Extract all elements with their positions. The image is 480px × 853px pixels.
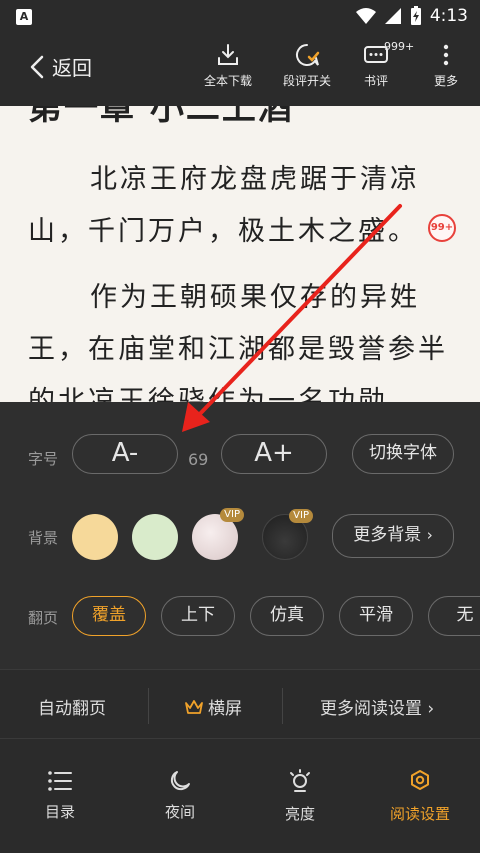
tab-brightness-label: 亮度 bbox=[284, 805, 315, 823]
status-bar: A 4:13 bbox=[0, 0, 480, 34]
download-icon bbox=[218, 44, 238, 65]
tab-catalog[interactable]: 目录 bbox=[10, 769, 110, 822]
chevron-left-icon bbox=[30, 55, 44, 78]
more-backgrounds-label: 更多背景 bbox=[353, 525, 422, 545]
more-label: 更多 bbox=[433, 74, 458, 88]
status-icons: 4:13 bbox=[355, 6, 468, 26]
tab-brightness[interactable]: 亮度 bbox=[250, 769, 350, 824]
back-label: 返回 bbox=[52, 56, 92, 80]
download-all-button[interactable]: 全本下载 bbox=[190, 42, 266, 89]
book-review-label: 书评 bbox=[363, 74, 388, 88]
catalog-icon bbox=[48, 771, 72, 791]
background-swatch-yellow[interactable] bbox=[72, 514, 118, 560]
background-swatch-green[interactable] bbox=[132, 514, 178, 560]
paragraph: 北凉王府龙盘虎踞于清凉山，千门万户，极土木之盛。 bbox=[28, 164, 420, 247]
reading-area[interactable]: 第一章 小二上酒 北凉王府龙盘虎踞于清凉山，千门万户，极土木之盛。 99+ 作为… bbox=[0, 106, 480, 402]
clock: 4:13 bbox=[429, 6, 468, 26]
chapter-title: 第一章 小二上酒 bbox=[28, 106, 294, 128]
chevron-right-icon: › bbox=[427, 699, 435, 719]
page-mode-smooth[interactable]: 平滑 bbox=[339, 596, 413, 636]
font-size-value: 69 bbox=[188, 450, 209, 469]
reader-top-bar: 返回 全本下载 段评开关 999+ 书评 更多 bbox=[0, 34, 480, 106]
background-label: 背景 bbox=[28, 529, 59, 547]
landscape-label: 横屏 bbox=[208, 699, 242, 719]
more-read-settings-label: 更多阅读设置 bbox=[320, 699, 422, 719]
font-increase-button[interactable]: A+ bbox=[221, 434, 327, 474]
quick-settings-row: 自动翻页 横屏 更多阅读设置 › bbox=[0, 669, 480, 739]
background-swatch-pink-vip[interactable]: VIP bbox=[192, 508, 244, 560]
comment-toggle-label: 段评开关 bbox=[282, 74, 331, 88]
book-review-button[interactable]: 999+ 书评 bbox=[338, 40, 414, 89]
divider bbox=[148, 688, 149, 724]
more-icon bbox=[443, 44, 449, 66]
auto-page-button[interactable]: 自动翻页 bbox=[38, 694, 106, 719]
divider bbox=[282, 688, 283, 724]
page-mode-none[interactable]: 无 bbox=[428, 596, 480, 636]
paragraph: 作为王朝硕果仅存的异姓王，在庙堂和江湖都是毁誉参半的北凉王徐骁作为一名功勋 bbox=[28, 282, 448, 402]
font-decrease-button[interactable]: A- bbox=[72, 434, 178, 474]
tab-read-settings-label: 阅读设置 bbox=[389, 805, 450, 823]
signal-icon bbox=[384, 8, 401, 24]
paragraph-comment-badge[interactable]: 99+ bbox=[428, 214, 456, 242]
wifi-icon bbox=[355, 8, 376, 24]
bottom-tab-bar: 目录 夜间 亮度 阅读设置 bbox=[0, 739, 480, 853]
page-mode-scroll[interactable]: 上下 bbox=[161, 596, 235, 636]
comment-toggle-button[interactable]: 段评开关 bbox=[269, 42, 345, 89]
back-button[interactable]: 返回 bbox=[30, 52, 92, 81]
chevron-right-icon: › bbox=[426, 526, 433, 544]
crown-icon bbox=[185, 699, 203, 714]
tab-night-label: 夜间 bbox=[164, 803, 195, 821]
tab-read-settings[interactable]: 阅读设置 bbox=[370, 769, 470, 824]
page-mode-simulate[interactable]: 仿真 bbox=[250, 596, 324, 636]
tab-catalog-label: 目录 bbox=[44, 803, 75, 821]
download-label: 全本下载 bbox=[203, 74, 252, 88]
app-notification-icon: A bbox=[16, 9, 32, 25]
comment-toggle-icon bbox=[296, 44, 320, 66]
tab-night-mode[interactable]: 夜间 bbox=[130, 769, 230, 822]
brightness-icon bbox=[290, 769, 310, 792]
battery-icon bbox=[410, 6, 421, 25]
vip-badge: VIP bbox=[220, 508, 244, 522]
more-backgrounds-button[interactable]: 更多背景 › bbox=[332, 514, 454, 558]
reading-settings-panel: 字号 A- 69 A+ 切换字体 背景 VIP VIP 更多背景 › 翻页 覆盖… bbox=[0, 402, 480, 669]
page-mode-cover[interactable]: 覆盖 bbox=[72, 596, 146, 636]
page-turn-label: 翻页 bbox=[28, 609, 59, 627]
background-swatch-dark-vip[interactable]: VIP bbox=[262, 509, 313, 560]
font-size-label: 字号 bbox=[28, 450, 59, 468]
more-button[interactable]: 更多 bbox=[408, 42, 480, 89]
more-read-settings-button[interactable]: 更多阅读设置 › bbox=[320, 694, 434, 719]
landscape-button[interactable]: 横屏 bbox=[184, 694, 242, 719]
switch-font-button[interactable]: 切换字体 bbox=[352, 434, 454, 474]
night-mode-icon bbox=[170, 771, 190, 791]
read-settings-icon bbox=[411, 770, 429, 790]
vip-badge: VIP bbox=[289, 509, 313, 523]
